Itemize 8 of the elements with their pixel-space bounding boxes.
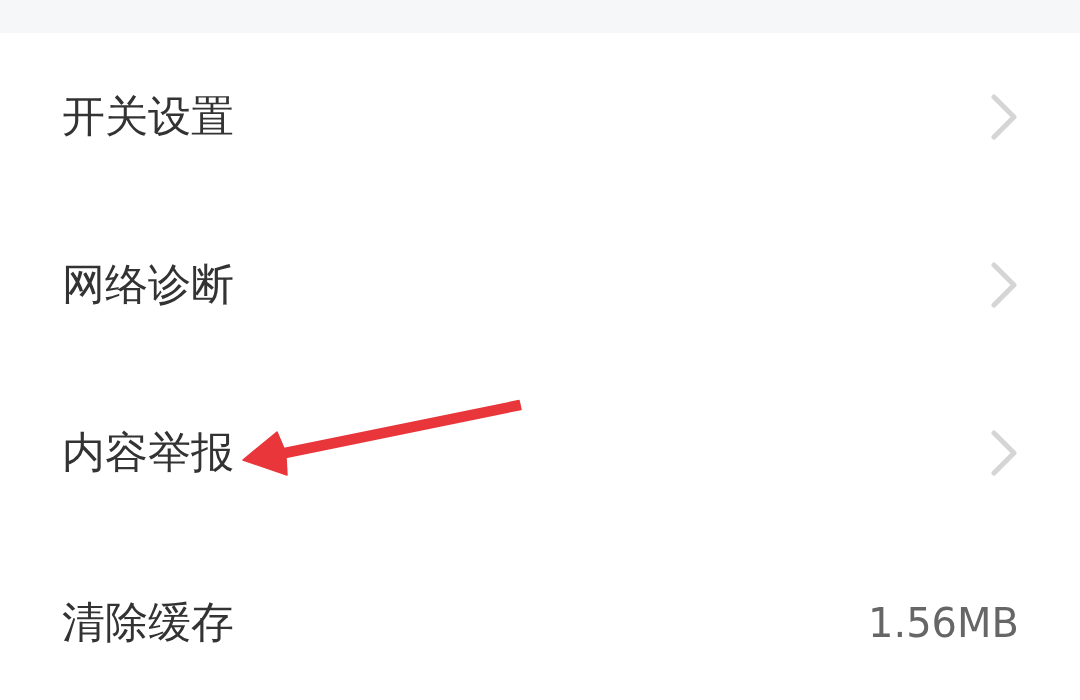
settings-item[interactable]: 清除缓存 1.56MB [0, 537, 1080, 700]
setting-value: 1.56MB [868, 600, 1019, 646]
chevron-right-icon [991, 262, 1017, 308]
settings-item[interactable]: 内容举报 [0, 369, 1080, 537]
settings-item[interactable]: 网络诊断 [0, 201, 1080, 369]
chevron-right-icon [991, 94, 1017, 140]
chevron-right-icon [991, 430, 1017, 476]
settings-item[interactable]: 开关设置 [0, 33, 1080, 201]
